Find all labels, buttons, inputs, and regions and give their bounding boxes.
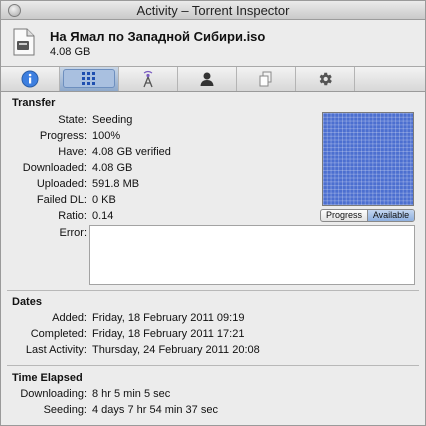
ratio-value: 0.14 bbox=[92, 210, 114, 222]
antenna-icon bbox=[143, 70, 153, 88]
window-title: Activity – Torrent Inspector bbox=[136, 3, 290, 18]
last-activity-value: Thursday, 24 February 2011 20:08 bbox=[92, 344, 260, 356]
inspector-window: Activity – Torrent Inspector На Ямал по … bbox=[0, 0, 426, 426]
error-label: Error: bbox=[59, 227, 88, 239]
downloading-label: Downloading: bbox=[20, 388, 87, 400]
tab-trackers[interactable] bbox=[119, 67, 178, 91]
tab-peers[interactable] bbox=[178, 67, 237, 91]
uploaded-label: Uploaded: bbox=[36, 178, 87, 190]
info-icon bbox=[21, 70, 39, 88]
dates-section-title: Dates bbox=[12, 296, 42, 308]
seeding-label: Seeding: bbox=[43, 404, 87, 416]
last-activity-label: Last Activity: bbox=[25, 344, 87, 356]
ratio-label: Ratio: bbox=[58, 210, 87, 222]
tab-activity[interactable] bbox=[60, 67, 119, 91]
uploaded-value: 591.8 MB bbox=[92, 178, 140, 190]
tab-options[interactable] bbox=[296, 67, 355, 91]
seeding-value: 4 days 7 hr 54 min 37 sec bbox=[92, 404, 218, 416]
available-toggle-button[interactable]: Available bbox=[368, 210, 414, 221]
progress-value: 100% bbox=[92, 130, 121, 142]
added-value: Friday, 18 February 2011 09:19 bbox=[92, 312, 245, 324]
documents-icon bbox=[259, 71, 272, 87]
state-value: Seeding bbox=[92, 114, 133, 126]
torrent-size: 4.08 GB bbox=[50, 46, 91, 58]
failed-dl-label: Failed DL: bbox=[36, 194, 87, 206]
failed-dl-value: 0 KB bbox=[92, 194, 116, 206]
pieces-map bbox=[322, 112, 414, 206]
torrent-header: На Ямал по Западной Сибири.iso 4.08 GB bbox=[1, 20, 425, 66]
file-icon bbox=[13, 28, 35, 56]
completed-label: Completed: bbox=[30, 328, 87, 340]
tab-files[interactable] bbox=[237, 67, 296, 91]
progress-label: Progress: bbox=[39, 130, 87, 142]
person-icon bbox=[200, 72, 214, 86]
time-elapsed-section-title: Time Elapsed bbox=[12, 372, 83, 384]
pieces-grid-icon bbox=[82, 72, 95, 85]
section-divider bbox=[7, 365, 419, 366]
completed-value: Friday, 18 February 2011 17:21 bbox=[92, 328, 245, 340]
pieces-view-toggle: Progress Available bbox=[320, 209, 415, 222]
downloading-value: 8 hr 5 min 5 sec bbox=[92, 388, 171, 400]
have-value: 4.08 GB verified bbox=[92, 146, 171, 158]
error-field[interactable] bbox=[89, 225, 415, 285]
have-label: Have: bbox=[58, 146, 87, 158]
inspector-tabbar bbox=[1, 66, 425, 92]
torrent-name: На Ямал по Западной Сибири.iso bbox=[50, 29, 266, 44]
added-label: Added: bbox=[52, 312, 87, 324]
transfer-section-title: Transfer bbox=[12, 97, 56, 109]
downloaded-label: Downloaded: bbox=[22, 162, 87, 174]
downloaded-value: 4.08 GB bbox=[92, 162, 133, 174]
gear-icon bbox=[319, 72, 332, 86]
tab-info[interactable] bbox=[1, 67, 60, 91]
progress-toggle-button[interactable]: Progress bbox=[321, 210, 368, 221]
section-divider bbox=[7, 290, 419, 291]
state-label: State: bbox=[58, 114, 87, 126]
title-bar[interactable]: Activity – Torrent Inspector bbox=[1, 1, 425, 20]
